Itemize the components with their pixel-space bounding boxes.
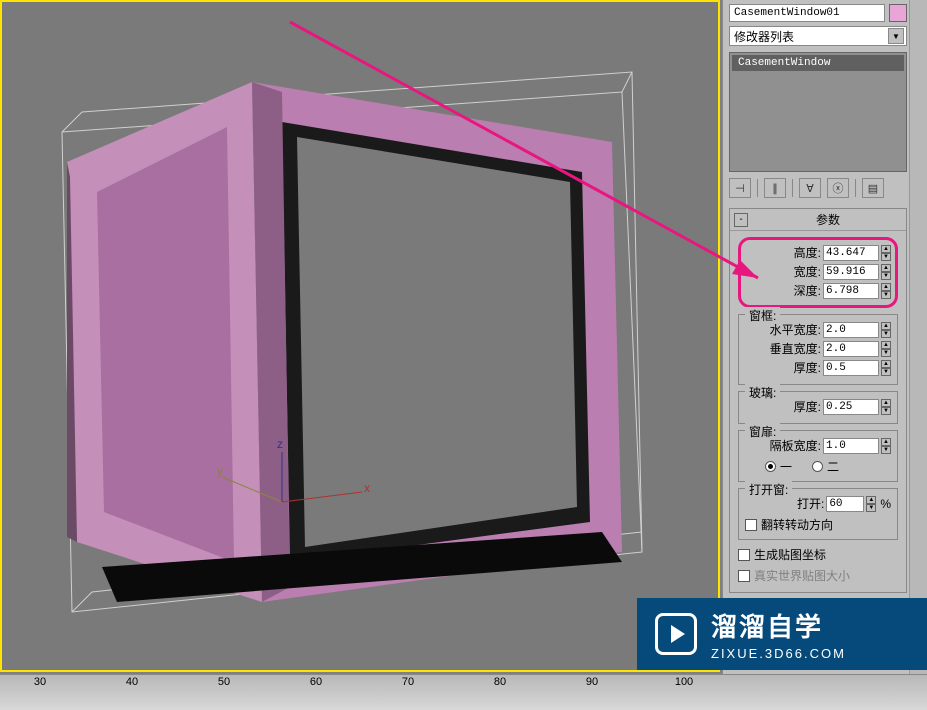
- ruler-tick: 80: [494, 676, 506, 688]
- depth-spinner[interactable]: ▲▼: [881, 283, 891, 299]
- width-label: 宽度:: [794, 263, 821, 280]
- radio-label: 一: [780, 458, 792, 475]
- checkbox-icon: [738, 549, 750, 561]
- show-end-result-icon[interactable]: ∥: [764, 178, 786, 198]
- gen-map-coords-checkbox[interactable]: 生成贴图坐标: [738, 546, 898, 563]
- fthick-spinner[interactable]: ▲▼: [881, 360, 891, 376]
- radio-icon: [812, 461, 823, 472]
- svg-text:z: z: [277, 437, 283, 451]
- watermark-banner: 溜溜自学 ZIXUE.3D66.COM: [637, 598, 927, 670]
- depth-label: 深度:: [794, 282, 821, 299]
- rollout-collapse-icon[interactable]: -: [734, 213, 748, 227]
- configure-sets-icon[interactable]: ▤: [862, 178, 884, 198]
- fthick-field[interactable]: [823, 360, 879, 376]
- ruler-tick: 40: [126, 676, 138, 688]
- stack-item[interactable]: CasementWindow: [732, 55, 904, 71]
- gthick-label: 厚度:: [794, 398, 821, 415]
- stack-toolbar: ⊣ ∥ ∀ ⓧ ▤: [729, 176, 907, 200]
- play-icon: [655, 613, 697, 655]
- perspective-viewport[interactable]: x y z: [0, 0, 720, 672]
- object-color-swatch[interactable]: [889, 4, 907, 22]
- open-unit: %: [880, 497, 891, 511]
- hwidth-spinner[interactable]: ▲▼: [881, 322, 891, 338]
- vwidth-field[interactable]: [823, 341, 879, 357]
- svg-text:x: x: [364, 481, 370, 495]
- dropdown-label: 修改器列表: [734, 28, 794, 45]
- checkbox-label: 翻转转动方向: [761, 516, 833, 533]
- panels-one-radio[interactable]: 一: [765, 458, 792, 475]
- modifier-stack[interactable]: CasementWindow: [729, 52, 907, 172]
- make-unique-icon[interactable]: ∀: [799, 178, 821, 198]
- panels-two-radio[interactable]: 二: [812, 458, 839, 475]
- checkbox-label: 真实世界贴图大小: [754, 567, 850, 584]
- object-name-field[interactable]: [729, 4, 885, 22]
- gthick-field[interactable]: [823, 399, 879, 415]
- width-field[interactable]: [823, 264, 879, 280]
- parameters-rollout: - 参数 高度: ▲▼ 宽度: ▲▼ 深度:: [729, 208, 907, 593]
- rollout-title: 参数: [754, 211, 902, 228]
- height-spinner[interactable]: ▲▼: [881, 245, 891, 261]
- glass-group: 玻璃: 厚度: ▲▼: [738, 391, 898, 424]
- dimensions-highlight: 高度: ▲▼ 宽度: ▲▼ 深度: ▲▼: [738, 237, 898, 308]
- svg-text:y: y: [217, 464, 223, 478]
- checkbox-label: 生成贴图坐标: [754, 546, 826, 563]
- watermark-url: ZIXUE.3D66.COM: [711, 646, 846, 661]
- chevron-down-icon: [888, 28, 904, 44]
- rollout-header[interactable]: - 参数: [730, 209, 906, 231]
- ruler-tick: 50: [218, 676, 230, 688]
- ruler-tick: 70: [402, 676, 414, 688]
- height-field[interactable]: [823, 245, 879, 261]
- time-ruler[interactable]: 30 40 50 60 70 80 90 100: [0, 674, 927, 710]
- open-spinner[interactable]: ▲▼: [866, 496, 876, 512]
- radio-icon: [765, 461, 776, 472]
- gthick-spinner[interactable]: ▲▼: [881, 399, 891, 415]
- checkbox-icon: [745, 519, 757, 531]
- width-spinner[interactable]: ▲▼: [881, 264, 891, 280]
- open-group: 打开窗: 打开: ▲▼ % 翻转转动方向: [738, 488, 898, 540]
- panel-width-spinner[interactable]: ▲▼: [881, 438, 891, 454]
- pin-stack-icon[interactable]: ⊣: [729, 178, 751, 198]
- casement-group: 窗扉: 隔板宽度: ▲▼ 一 二: [738, 430, 898, 482]
- vwidth-spinner[interactable]: ▲▼: [881, 341, 891, 357]
- casement-legend: 窗扉:: [745, 423, 780, 440]
- fthick-label: 厚度:: [794, 359, 821, 376]
- flip-swing-checkbox[interactable]: 翻转转动方向: [745, 516, 891, 533]
- height-label: 高度:: [794, 244, 821, 261]
- checkbox-icon: [738, 570, 750, 582]
- real-world-map-checkbox: 真实世界贴图大小: [738, 567, 898, 584]
- open-field[interactable]: [826, 496, 864, 512]
- modifier-list-dropdown[interactable]: 修改器列表: [729, 26, 907, 46]
- frame-group: 窗框: 水平宽度: ▲▼ 垂直宽度: ▲▼ 厚度: ▲▼: [738, 314, 898, 385]
- watermark-title: 溜溜自学: [711, 607, 846, 644]
- casement-window-3d: x y z: [22, 32, 662, 622]
- radio-label: 二: [827, 458, 839, 475]
- frame-legend: 窗框:: [745, 307, 780, 324]
- vwidth-label: 垂直宽度:: [770, 340, 821, 357]
- ruler-tick: 30: [34, 676, 46, 688]
- depth-field[interactable]: [823, 283, 879, 299]
- open-legend: 打开窗:: [745, 481, 792, 498]
- open-label: 打开:: [797, 495, 824, 512]
- ruler-tick: 100: [675, 676, 693, 688]
- panel-width-field[interactable]: [823, 438, 879, 454]
- glass-legend: 玻璃:: [745, 384, 780, 401]
- ruler-tick: 90: [586, 676, 598, 688]
- hwidth-field[interactable]: [823, 322, 879, 338]
- remove-modifier-icon[interactable]: ⓧ: [827, 178, 849, 198]
- ruler-tick: 60: [310, 676, 322, 688]
